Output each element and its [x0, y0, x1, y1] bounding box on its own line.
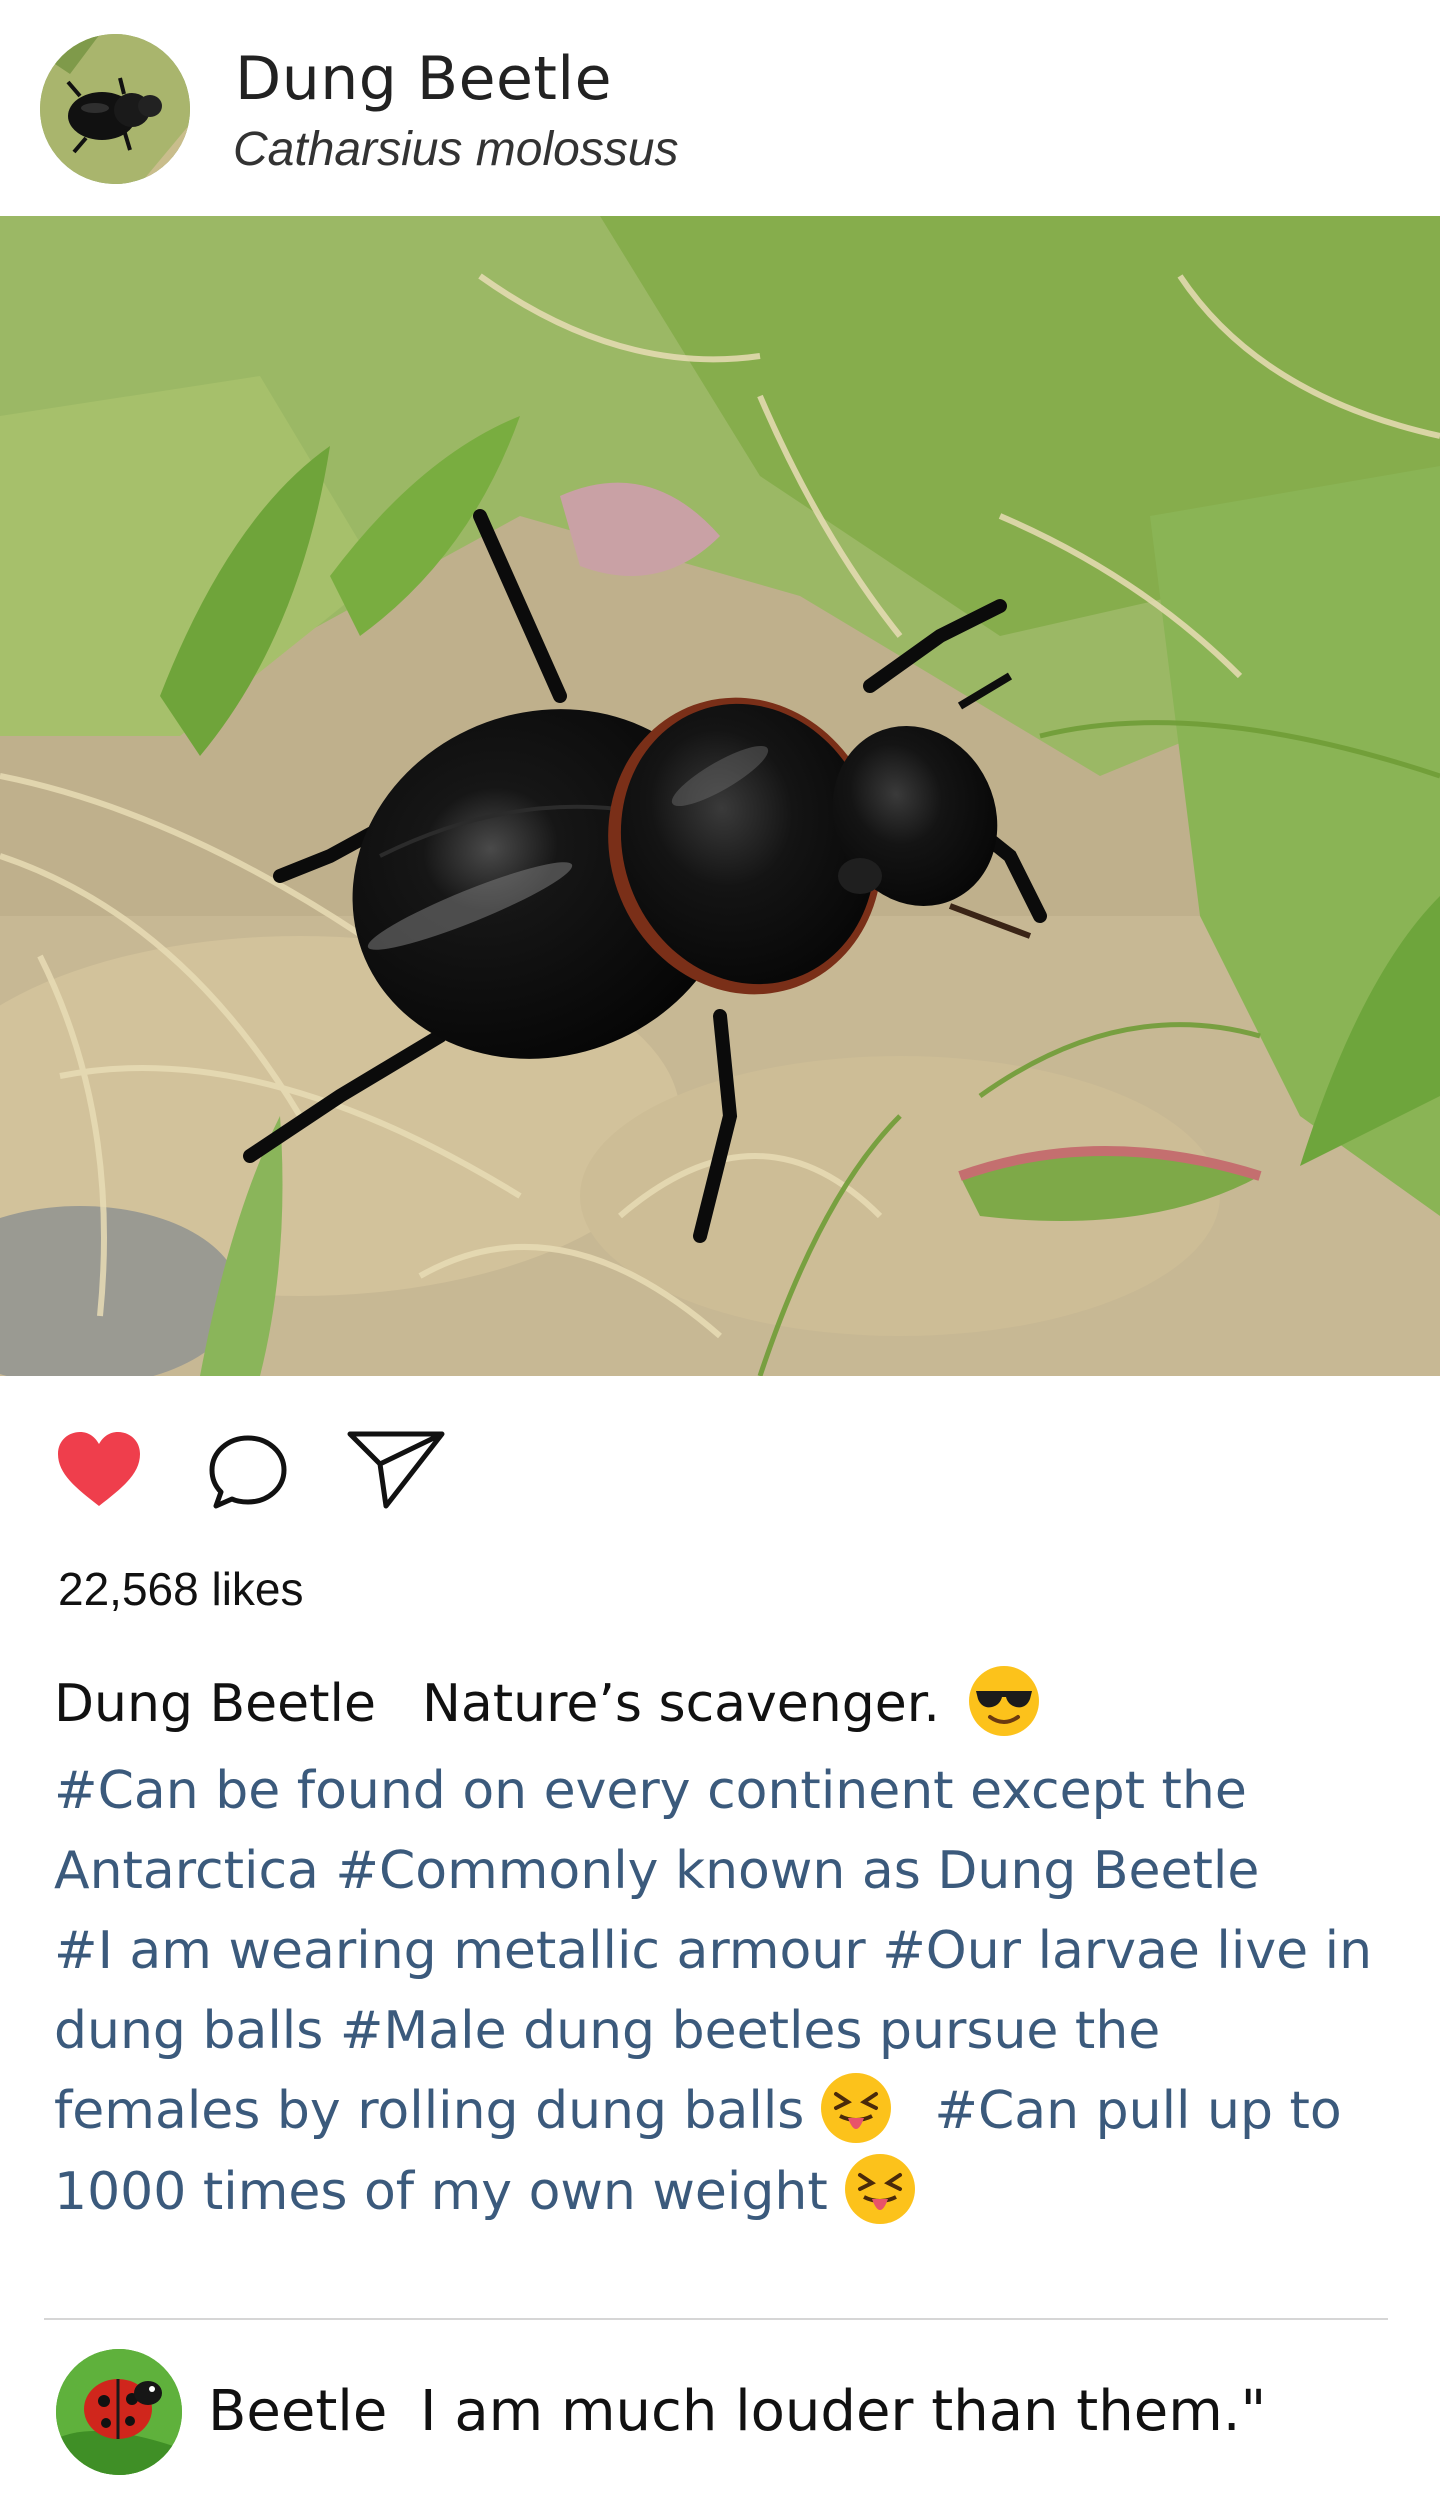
commenter-username[interactable]: Beetle [208, 2379, 387, 2444]
caption-username[interactable]: Dung Beetle [54, 1674, 376, 1734]
hashtag-line[interactable]: #I am wearing metallic armour #Our larva… [54, 1911, 1414, 1991]
ladybug-avatar-image [56, 2349, 182, 2475]
hashtag-line[interactable]: females by rolling dung balls [54, 2081, 804, 2141]
paper-plane-icon [347, 1431, 445, 1509]
account-name[interactable]: Dung Beetle [235, 44, 612, 114]
profile-avatar[interactable] [40, 34, 190, 184]
squinting-tongue-face-emoji [842, 2151, 918, 2227]
hashtag-line[interactable]: #Can be found on every continent except … [54, 1751, 1414, 1831]
post-actions [0, 1420, 1440, 1530]
caption-first-line: Dung Beetle Nature’s scavenger. [54, 1664, 1414, 1745]
dung-beetle-avatar-image [40, 34, 190, 184]
comment-button[interactable] [208, 1434, 288, 1512]
hashtag-line-with-emoji: females by rolling dung balls #Can pull … [54, 2071, 1414, 2152]
hashtag-line[interactable]: #Can pull up to [934, 2081, 1341, 2141]
hashtag-line-with-emoji: 1000 times of my own weight [54, 2152, 1414, 2233]
comment-divider [44, 2318, 1388, 2320]
comment-bubble-icon [209, 1435, 287, 1509]
post-caption: Dung Beetle Nature’s scavenger. #Can be f… [54, 1664, 1414, 2233]
dung-beetle-photo [0, 216, 1440, 1376]
hashtag-line[interactable]: dung balls #Male dung beetles pursue the [54, 1991, 1414, 2071]
like-button[interactable] [56, 1430, 142, 1508]
hashtag-block: #Can be found on every continent except … [54, 1751, 1414, 2233]
comment-row: Beetle I am much louder than them." [0, 2345, 1440, 2485]
caption-text: Nature’s scavenger. [421, 1674, 940, 1734]
hashtag-line[interactable]: Antarctica #Commonly known as Dung Beetl… [54, 1831, 1414, 1911]
like-count[interactable]: 22,568 likes [58, 1562, 304, 1616]
post-photo[interactable] [0, 216, 1440, 1376]
share-button[interactable] [346, 1428, 446, 1510]
comment-text: I am much louder than them." [420, 2379, 1267, 2444]
species-subtitle: Catharsius molossus [233, 123, 679, 176]
commenter-avatar[interactable] [56, 2349, 182, 2475]
post-header: Dung Beetle Catharsius molossus [0, 0, 1440, 216]
squinting-tongue-face-emoji [818, 2070, 894, 2146]
hashtag-line[interactable]: 1000 times of my own weight [54, 2162, 828, 2222]
heart-icon [58, 1432, 140, 1506]
sunglasses-face-emoji [966, 1663, 1042, 1739]
